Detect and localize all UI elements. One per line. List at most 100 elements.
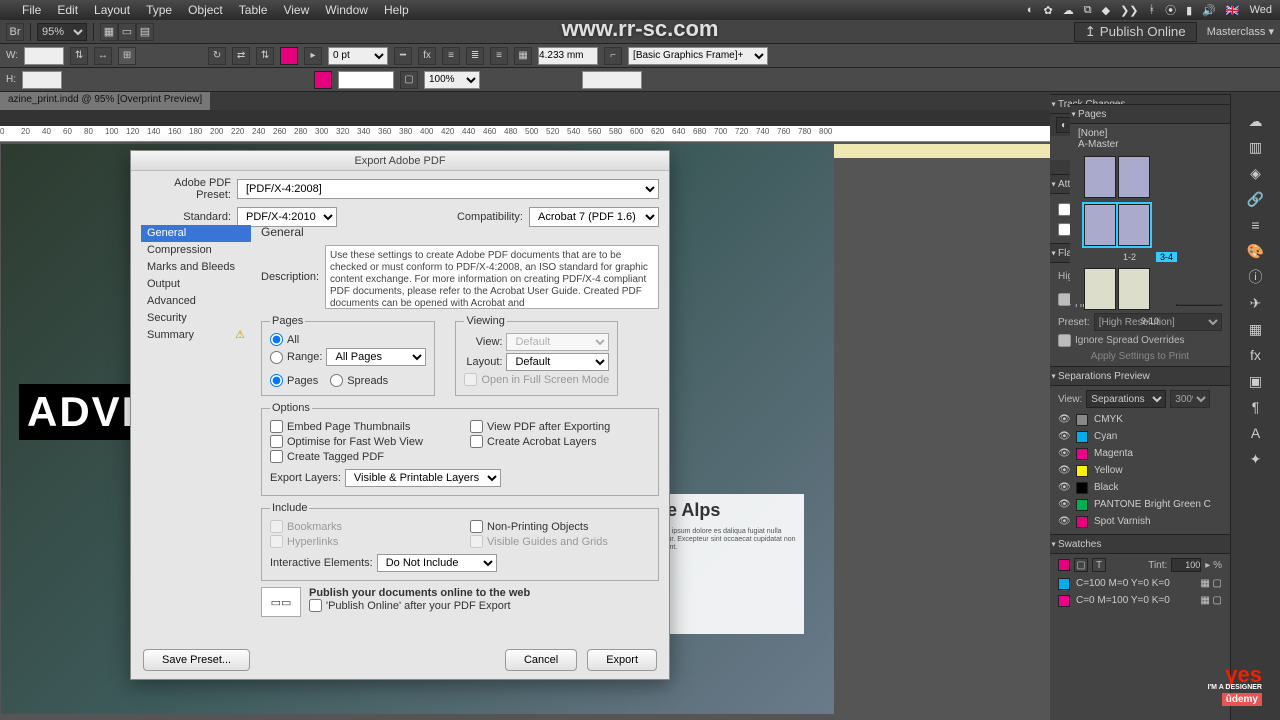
acro-layers-check[interactable] <box>470 435 483 448</box>
pages-radio[interactable] <box>270 374 283 387</box>
pages-range-radio[interactable] <box>270 351 283 364</box>
scale-icon[interactable]: ↔ <box>94 47 112 65</box>
cc-libs-icon[interactable]: ☁ <box>1245 110 1267 132</box>
clock-day[interactable]: Wed <box>1250 4 1272 16</box>
spreads-radio[interactable] <box>330 374 343 387</box>
separation-row[interactable]: 👁Cyan <box>1058 428 1222 445</box>
info-icon[interactable]: ⓘ <box>1245 266 1267 288</box>
menu-table[interactable]: Table <box>231 3 276 17</box>
page-thumb-1[interactable] <box>1084 156 1116 198</box>
cloud-icon[interactable]: ☁ <box>1063 4 1074 17</box>
status-icon[interactable]: ◐ <box>1027 4 1034 16</box>
fill-swatch[interactable] <box>280 47 298 65</box>
arrange-icon[interactable]: ▤ <box>136 23 154 41</box>
text-format-icon[interactable]: T <box>1092 558 1106 572</box>
separation-row[interactable]: 👁Spot Varnish <box>1058 513 1222 530</box>
nonprinting-check[interactable] <box>470 520 483 533</box>
effects-icon[interactable]: fx <box>1245 344 1267 366</box>
rotate-icon[interactable]: ↻ <box>208 47 226 65</box>
arrow-icon[interactable]: ❯❯ <box>1120 4 1138 17</box>
corner-icon[interactable]: ⌐ <box>604 47 622 65</box>
cat-output[interactable]: Output <box>141 276 251 293</box>
bridge-icon[interactable]: Br <box>6 23 24 41</box>
align-c-icon[interactable]: ≣ <box>466 47 484 65</box>
visibility-icon[interactable]: 👁 <box>1058 465 1070 476</box>
stroke-icon[interactable]: ≡ <box>1245 214 1267 236</box>
page-thumb-2[interactable] <box>1118 156 1150 198</box>
separations-panel-header[interactable]: Separations Preview <box>1050 366 1230 386</box>
container-format-icon[interactable]: ▢ <box>1074 558 1088 572</box>
publish-online-check[interactable] <box>309 599 322 612</box>
dim-field-2[interactable] <box>582 71 642 89</box>
fx-icon[interactable]: fx <box>418 47 436 65</box>
visibility-icon[interactable]: 👁 <box>1058 414 1070 425</box>
zoom-select[interactable]: 95% <box>37 23 87 41</box>
pages-icon[interactable]: ▥ <box>1245 136 1267 158</box>
export-button[interactable]: Export <box>587 649 657 671</box>
menu-edit[interactable]: Edit <box>49 3 86 17</box>
separation-row[interactable]: 👁Black <box>1058 479 1222 496</box>
stroke-swatch[interactable] <box>314 71 332 89</box>
swatches-icon[interactable]: ▦ <box>1245 318 1267 340</box>
menu-type[interactable]: Type <box>138 3 180 17</box>
separation-row[interactable]: 👁Yellow <box>1058 462 1222 479</box>
menu-object[interactable]: Object <box>180 3 231 17</box>
view-after-check[interactable] <box>470 420 483 433</box>
fill-stroke-icon[interactable] <box>1058 559 1070 571</box>
visibility-icon[interactable]: 👁 <box>1058 499 1070 510</box>
cat-security[interactable]: Security <box>141 310 251 327</box>
apply-settings-button[interactable]: Apply Settings to Print <box>1058 351 1222 362</box>
swatch-row[interactable]: C=0 M=100 Y=0 K=0▦ ▢ <box>1058 592 1222 609</box>
cat-general[interactable]: General <box>141 225 251 242</box>
wrap-icon[interactable]: ▦ <box>514 47 532 65</box>
tint-field[interactable] <box>1171 558 1201 572</box>
separation-row[interactable]: 👁PANTONE Bright Green C <box>1058 496 1222 513</box>
char-styles-icon[interactable]: A <box>1245 422 1267 444</box>
preset-select[interactable]: [PDF/X-4:2008] <box>237 179 659 199</box>
export-layers-select[interactable]: Visible & Printable Layers <box>345 469 501 487</box>
constrain-icon[interactable]: ⇅ <box>70 47 88 65</box>
cat-advanced[interactable]: Advanced <box>141 293 251 310</box>
wifi-icon[interactable]: ⦿ <box>1165 2 1176 18</box>
page-thumb-4[interactable] <box>1118 204 1150 246</box>
color-icon[interactable]: 🎨 <box>1245 240 1267 262</box>
flag-icon[interactable]: 🇬🇧 <box>1226 4 1240 17</box>
swatch-row[interactable]: C=100 M=0 Y=0 K=0▦ ▢ <box>1058 575 1222 592</box>
visibility-icon[interactable]: 👁 <box>1058 516 1070 527</box>
preflight-icon[interactable]: ✈ <box>1245 292 1267 314</box>
stroke-field[interactable] <box>338 71 394 89</box>
para-styles-icon[interactable]: ¶ <box>1245 396 1267 418</box>
flip-h-icon[interactable]: ⇄ <box>232 47 250 65</box>
tagged-check[interactable] <box>270 450 283 463</box>
cat-compression[interactable]: Compression <box>141 242 251 259</box>
status-icon[interactable]: ✿ <box>1044 4 1053 17</box>
pages-master[interactable]: A-Master <box>1078 139 1222 150</box>
description-box[interactable]: Use these settings to create Adobe PDF d… <box>325 245 659 309</box>
page-thumb-3[interactable] <box>1084 204 1116 246</box>
cancel-button[interactable]: Cancel <box>505 649 577 671</box>
links-icon[interactable]: 🔗 <box>1245 188 1267 210</box>
bluetooth-icon[interactable]: ᚼ <box>1149 4 1156 16</box>
menu-file[interactable]: File <box>14 3 49 17</box>
layout-select[interactable]: Default <box>506 353 609 371</box>
save-preset-button[interactable]: Save Preset... <box>143 649 250 671</box>
flip-v-icon[interactable]: ⇅ <box>256 47 274 65</box>
volume-icon[interactable]: 🔊 <box>1202 4 1216 17</box>
page-thumb-9[interactable] <box>1084 268 1116 310</box>
align-l-icon[interactable]: ≡ <box>442 47 460 65</box>
view-options-icon[interactable]: ▦ <box>100 23 118 41</box>
cc-icon[interactable]: ◆ <box>1102 4 1110 17</box>
standard-select[interactable]: PDF/X-4:2010 <box>237 207 337 227</box>
stroke-weight[interactable]: 0 pt <box>328 47 388 65</box>
pages-panel-header[interactable]: Pages <box>1070 104 1230 124</box>
frame-style-select[interactable]: [Basic Graphics Frame]+ <box>628 47 768 65</box>
separation-row[interactable]: 👁CMYK <box>1058 411 1222 428</box>
cat-marks[interactable]: Marks and Bleeds <box>141 259 251 276</box>
pages-none[interactable]: [None] <box>1078 128 1222 139</box>
document-tab[interactable]: azine_print.indd @ 95% [Overprint Previe… <box>0 92 210 110</box>
h-field[interactable] <box>22 71 62 89</box>
pages-all-radio[interactable] <box>270 333 283 346</box>
dropbox-icon[interactable]: ⧉ <box>1084 4 1092 17</box>
publish-online-button[interactable]: ↥Publish Online <box>1074 22 1197 42</box>
fill-dd-icon[interactable]: ▸ <box>304 47 322 65</box>
